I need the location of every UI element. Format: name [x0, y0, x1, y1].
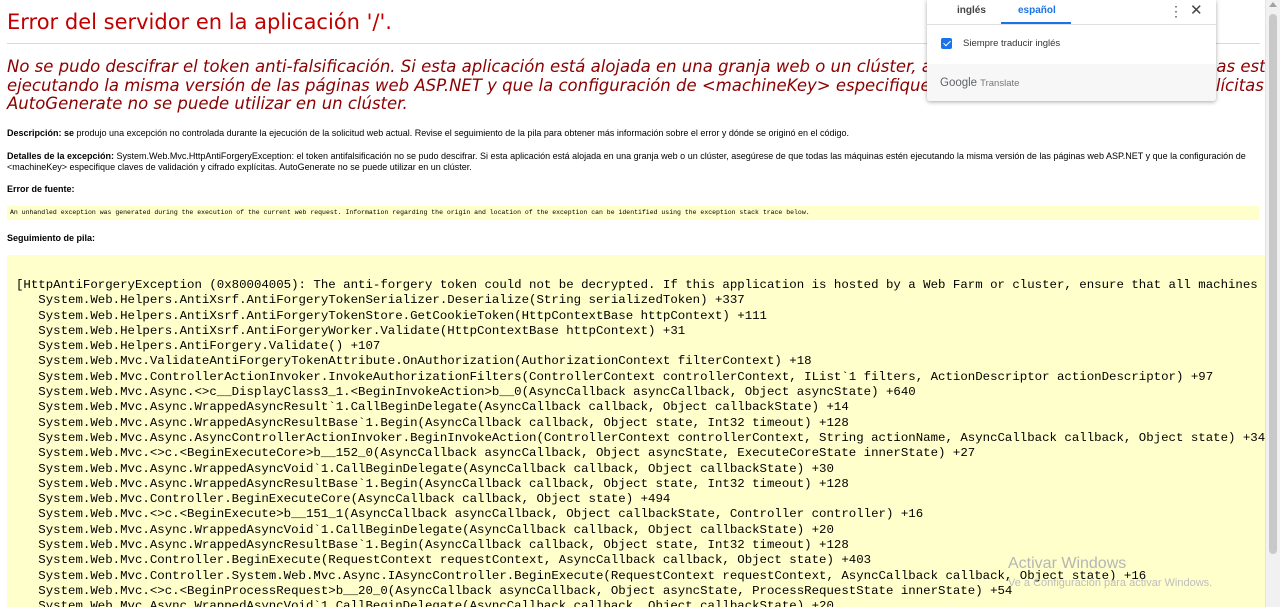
source-section: Error de fuente:: [7, 184, 1257, 195]
exception-label: Detalles de la excepción:: [7, 151, 115, 161]
exception-text: System.Web.Mvc.HttpAntiForgeryException:…: [7, 151, 1246, 172]
stack-section: Seguimiento de pila:: [7, 233, 1257, 244]
activate-windows-subtitle: Ve a Configuración para activar Windows.: [1008, 577, 1213, 589]
tab-target-language[interactable]: español: [1018, 5, 1056, 16]
description-text: produjo una excepción no controlada dura…: [74, 128, 850, 138]
tab-source-language[interactable]: inglés: [957, 5, 986, 16]
translate-footer: Google Translate: [927, 64, 1216, 101]
always-translate-checkbox[interactable]: [941, 38, 952, 49]
page-title: Error del servidor en la aplicación '/'.: [7, 10, 392, 34]
scrollbar-thumb[interactable]: [1269, 14, 1277, 554]
more-vert-icon[interactable]: ⋮: [1169, 4, 1183, 18]
close-icon[interactable]: ✕: [1190, 3, 1203, 19]
always-translate-label[interactable]: Siempre traducir inglés: [963, 38, 1060, 49]
source-error-box: An unhandled exception was generated dur…: [7, 206, 1259, 220]
description-label: Descripción: se: [7, 128, 75, 138]
scroll-up-arrow-icon[interactable]: [1269, 2, 1277, 7]
description-section: Descripción: se produjo una excepción no…: [7, 128, 1257, 139]
source-error-text: An unhandled exception was generated dur…: [10, 209, 810, 216]
tab-divider: [927, 24, 1216, 25]
google-translate-logo: Google Translate: [940, 77, 1020, 89]
exception-section: Detalles de la excepción: System.Web.Mvc…: [7, 151, 1257, 173]
activate-windows-title: Activar Windows: [1008, 555, 1127, 572]
stack-label: Seguimiento de pila:: [7, 233, 96, 243]
translate-popup: inglés español ⋮ ✕ Siempre traducir ingl…: [927, 0, 1216, 101]
vertical-scrollbar[interactable]: [1265, 0, 1280, 607]
source-label: Error de fuente:: [7, 184, 75, 194]
